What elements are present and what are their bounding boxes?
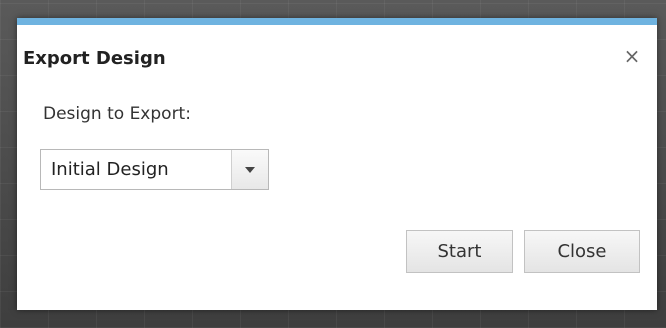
design-to-export-label: Design to Export:	[43, 104, 191, 124]
start-button[interactable]: Start	[406, 230, 513, 273]
design-select-value: Initial Design	[51, 159, 169, 180]
chevron-down-icon	[245, 166, 255, 173]
close-icon[interactable]: ×	[621, 45, 643, 67]
close-button[interactable]: Close	[524, 230, 640, 273]
design-select[interactable]: Initial Design	[40, 149, 269, 190]
dialog-accent-bar	[17, 18, 657, 25]
export-design-dialog: Export Design × Design to Export: Initia…	[17, 18, 657, 310]
dialog-title: Export Design	[23, 48, 166, 69]
dropdown-arrow-button[interactable]	[231, 150, 268, 189]
